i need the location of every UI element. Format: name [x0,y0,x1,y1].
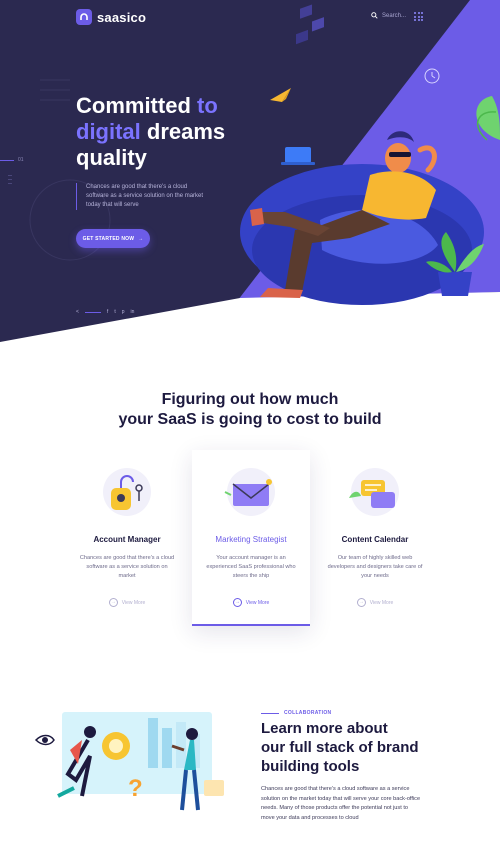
cta-label: GET STARTED NOW [82,235,135,242]
view-more-link[interactable]: → View More [68,598,186,607]
service-card-account-manager[interactable]: Account Manager Chances are good that th… [68,450,186,626]
slide-dots[interactable] [8,172,18,187]
share-icon[interactable]: < [76,309,79,315]
social-links: < f t p in [76,309,134,315]
slide-indicator[interactable]: 01 [0,157,24,163]
card-title: Account Manager [93,535,161,544]
arrow-right-icon: → [138,235,144,242]
card-description: Our team of highly skilled web developer… [327,555,423,579]
hero-section: saasico Search... Committed to digital d… [0,0,500,345]
pinterest-icon[interactable]: p [122,309,125,315]
card-description: Your account manager is an experienced S… [206,555,296,579]
chat-bubbles-icon [349,468,399,516]
card-title: Marketing Strategist [215,535,287,544]
collaboration-text: Chances are good that there's a cloud so… [261,786,421,821]
view-more-label: View More [245,599,270,606]
headline-text: Committed [76,93,197,118]
view-more-link[interactable]: → View More [192,598,310,607]
search-icon[interactable] [371,12,378,19]
twitter-icon[interactable]: t [114,309,115,315]
hero-subtitle: Chances are good that there's a cloud so… [76,183,211,210]
envelope-icon [224,468,275,516]
headline-text: quality [76,145,147,170]
arrow-circle-icon: → [356,598,366,607]
collaboration-illustration: ? [34,712,224,811]
headline-accent: digital [76,119,141,144]
services-title-line1: Figuring out how much [161,391,339,408]
headline-text: dreams [140,119,226,144]
brand-logo[interactable]: saasico [76,9,146,25]
arrow-circle-icon: → [232,598,242,607]
services-title-line2: your SaaS is going to cost to build [118,411,382,428]
collab-title-line3: building tools [261,758,360,775]
collaboration-label-text: COLLABORATION [284,710,332,716]
collaboration-title: Learn more about our full stack of brand… [261,719,461,776]
brand-name: saasico [97,9,147,25]
hero-headline: Committed to digital dreams quality [76,93,276,171]
facebook-icon[interactable]: f [107,309,108,315]
search-box[interactable]: Search... [371,12,406,19]
view-more-label: View More [369,599,394,606]
service-card-content-calendar[interactable]: Content Calendar Our team of highly skil… [316,450,434,626]
view-more-link[interactable]: → View More [316,598,434,607]
collab-title-line1: Learn more about [261,720,388,737]
headline-accent: to [197,93,218,118]
search-input[interactable]: Search... [382,13,406,19]
hero-illustration [0,0,500,345]
arrow-circle-icon: → [108,598,118,607]
grid-dots-icon[interactable] [414,12,423,21]
collaboration-label: COLLABORATION [261,710,331,716]
slide-number: 01 [18,157,24,163]
logo-icon [76,9,92,25]
account-manager-icon [103,468,151,516]
svg-text:?: ? [128,775,143,802]
view-more-label: View More [121,599,146,606]
card-title: Content Calendar [341,535,409,544]
card-description: Chances are good that there's a cloud so… [79,555,175,579]
service-card-marketing-strategist[interactable]: Marketing Strategist Your account manage… [192,450,310,626]
services-title: Figuring out how much your SaaS is going… [0,390,500,430]
collab-title-line2: our full stack of brand [261,739,419,756]
linkedin-icon[interactable]: in [130,309,134,315]
get-started-button[interactable]: GET STARTED NOW → [76,229,150,248]
